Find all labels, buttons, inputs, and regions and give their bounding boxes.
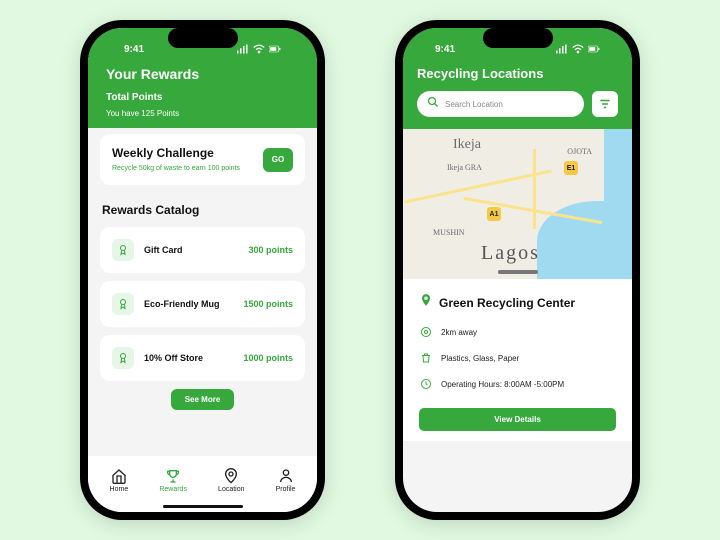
location-materials: Plastics, Glass, Paper [441,354,519,363]
distance-icon [419,326,433,338]
location-distance: 2km away [441,328,477,337]
map-road [533,149,536,229]
view-details-button[interactable]: View Details [419,408,616,431]
location-title-row: Green Recycling Center [419,293,616,312]
challenge-card[interactable]: Weekly Challenge Recycle 50kg of waste t… [100,134,305,185]
wifi-icon [572,44,584,54]
signal-icon [237,44,249,54]
status-time: 9:41 [435,44,455,55]
challenge-text: Weekly Challenge Recycle 50kg of waste t… [112,146,240,173]
catalog-item-label: Gift Card [144,245,238,255]
map-label-mushin: MUSHIN [433,228,465,237]
map-label-ikeja: Ikeja [453,137,481,153]
catalog-item-gift-card[interactable]: Gift Card 300 points [100,227,305,273]
rewards-screen: 9:41 Your Rewards Total Points You have … [88,28,317,512]
filter-button[interactable] [592,91,618,117]
location-distance-row: 2km away [419,326,616,338]
wifi-icon [253,44,265,54]
location-detail-card: Green Recycling Center 2km away Plastics… [403,279,632,441]
nav-location[interactable]: Location [218,468,244,493]
search-placeholder: Search Location [445,100,503,109]
nav-label: Home [110,486,129,493]
bottom-nav: Home Rewards Location Profile [88,456,317,512]
search-row: Search Location [417,91,618,117]
map-view[interactable]: E1 A1 Ikeja OJOTA Ikeja GRA MUSHIN Lagos [403,129,632,279]
rewards-title: Your Rewards [106,66,299,82]
nav-profile[interactable]: Profile [276,468,296,493]
road-shield: A1 [487,207,501,221]
catalog-title: Rewards Catalog [102,203,305,217]
home-indicator [163,505,243,508]
phone-notch [168,28,238,48]
rewards-body: Weekly Challenge Recycle 50kg of waste t… [88,128,317,422]
catalog-item-points: 300 points [248,245,293,255]
locations-title: Recycling Locations [417,66,618,81]
locations-screen: 9:41 Recycling Locations Search Location [403,28,632,512]
reward-icon [112,239,134,261]
search-input[interactable]: Search Location [417,91,584,117]
catalog-item-points: 1500 points [243,299,293,309]
battery-icon [269,44,281,54]
road-shield: E1 [564,161,578,175]
status-icons [556,44,600,54]
search-icon [427,95,439,113]
battery-icon [588,44,600,54]
location-name: Green Recycling Center [439,296,575,310]
rewards-phone: 9:41 Your Rewards Total Points You have … [80,20,325,520]
nav-home[interactable]: Home [110,468,129,493]
map-label-gra: Ikeja GRA [447,163,482,172]
catalog-item-mug[interactable]: Eco-Friendly Mug 1500 points [100,281,305,327]
challenge-desc: Recycle 50kg of waste to earn 100 points [112,164,240,173]
sheet-drag-handle[interactable] [498,270,538,274]
nav-label: Location [218,486,244,493]
see-more-button[interactable]: See More [171,389,235,410]
catalog-item-label: Eco-Friendly Mug [144,299,233,309]
profile-icon [278,468,294,484]
location-hours-row: Operating Hours: 8:00AM -5:00PM [419,378,616,390]
clock-icon [419,378,433,390]
go-button[interactable]: GO [263,148,293,172]
map-label-lagos: Lagos [481,242,540,265]
status-time: 9:41 [124,44,144,55]
challenge-title: Weekly Challenge [112,146,240,160]
signal-icon [556,44,568,54]
location-materials-row: Plastics, Glass, Paper [419,352,616,364]
location-hours: Operating Hours: 8:00AM -5:00PM [441,380,564,389]
nav-label: Rewards [159,486,187,493]
status-icons [237,44,281,54]
filter-icon [598,97,612,111]
location-icon [223,468,239,484]
points-count: You have 125 Points [106,109,299,118]
locations-phone: 9:41 Recycling Locations Search Location [395,20,640,520]
total-points-label: Total Points [106,92,299,103]
reward-icon [112,293,134,315]
map-label-ojota: OJOTA [567,147,592,156]
phone-notch [483,28,553,48]
trophy-icon [165,468,181,484]
catalog-item-points: 1000 points [243,353,293,363]
pin-icon [419,293,433,312]
reward-icon [112,347,134,369]
catalog-item-discount[interactable]: 10% Off Store 1000 points [100,335,305,381]
home-icon [111,468,127,484]
catalog-item-label: 10% Off Store [144,353,233,363]
nav-label: Profile [276,486,296,493]
trash-icon [419,352,433,364]
nav-rewards[interactable]: Rewards [159,468,187,493]
